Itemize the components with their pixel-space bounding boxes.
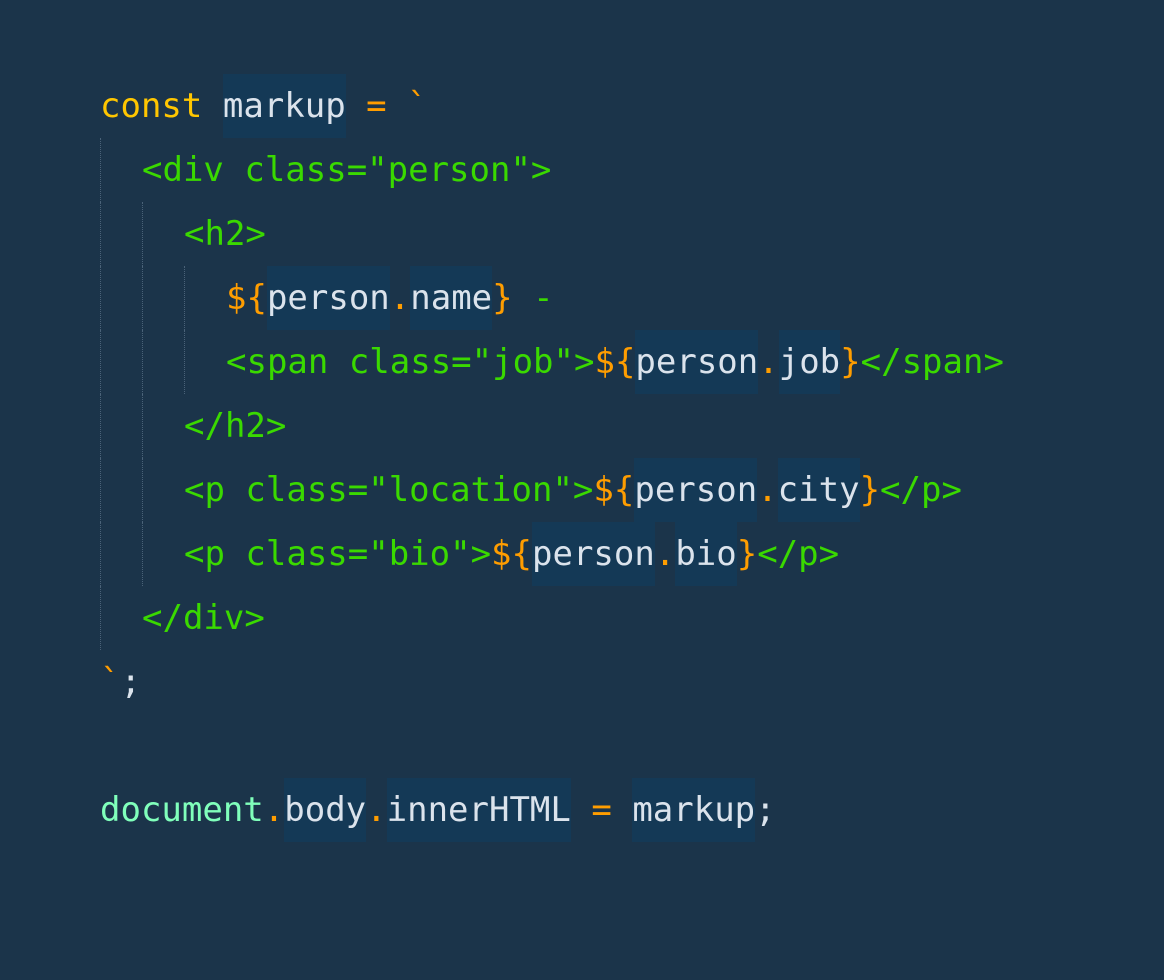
code-token-markup: <p class="bio"> xyxy=(184,534,492,574)
code-token-operator: ${ xyxy=(594,342,636,382)
code-token-markup: </p> xyxy=(880,470,962,510)
code-token-identifier: markup xyxy=(222,74,346,138)
code-token-identifier: person xyxy=(634,458,758,522)
indent-guide xyxy=(184,330,185,394)
indent-guide xyxy=(100,394,101,458)
indent-guide xyxy=(184,266,185,330)
code-token-operator: ${ xyxy=(491,534,532,574)
code-token-identifier: ; xyxy=(120,662,141,702)
code-token-operator: . xyxy=(758,342,779,382)
code-editor[interactable]: const markup = ` <div class="person"> <h2>… xyxy=(100,74,1004,842)
code-token-operator: . xyxy=(389,278,411,318)
indent-guide xyxy=(142,394,143,458)
code-line-content: const markup = ` xyxy=(100,74,428,138)
indent-guide xyxy=(100,138,101,202)
code-token-identifier: body xyxy=(284,778,367,842)
indent-guide xyxy=(142,202,143,266)
code-token-operator: } xyxy=(859,470,881,510)
code-line-content: ${person.name} - xyxy=(226,266,554,330)
code-token-identifier: person xyxy=(532,522,655,586)
code-line: <span class="job">${person.job}</span> xyxy=(100,330,1004,394)
code-token-markup: </p> xyxy=(757,534,840,574)
code-token-operator: ` xyxy=(100,662,121,702)
code-token-identifier: person xyxy=(635,330,759,394)
indent-guide xyxy=(142,266,143,330)
code-line-content: </div> xyxy=(142,598,265,638)
code-token-markup: <h2> xyxy=(184,214,266,254)
code-line-content: <div class="person"> xyxy=(142,150,551,190)
code-token-operator: . xyxy=(263,790,285,830)
code-token-identifier: job xyxy=(778,330,841,394)
empty-line xyxy=(100,714,1004,778)
code-token-operator: . xyxy=(654,534,676,574)
indent-guide xyxy=(100,202,101,266)
code-line: </h2> xyxy=(100,394,1004,458)
code-token-markup: <span class="job"> xyxy=(226,342,595,382)
indent-guide xyxy=(100,458,101,522)
code-token-identifier: innerHTML xyxy=(386,778,571,842)
code-line-content: </h2> xyxy=(184,406,286,446)
code-token-operator: } xyxy=(736,534,758,574)
code-line-content: document.body.innerHTML = markup; xyxy=(100,778,776,842)
indent-guide xyxy=(100,330,101,394)
code-token-operator: ` xyxy=(407,86,428,126)
code-token-operator: . xyxy=(757,470,778,510)
code-line-content: <span class="job">${person.job}</span> xyxy=(226,330,1004,394)
code-token-identifier: ; xyxy=(755,790,776,830)
code-token-keyword: const xyxy=(100,86,203,126)
code-token-markup: </span> xyxy=(860,342,1004,382)
code-line: ${person.name} - xyxy=(100,266,1004,330)
code-line: const markup = ` xyxy=(100,74,1004,138)
code-token-markup: <p class="location"> xyxy=(184,470,594,510)
code-line-content: `; xyxy=(100,662,141,702)
code-token-operator: . xyxy=(366,790,387,830)
code-line-content: <p class="location">${person.city}</p> xyxy=(184,458,962,522)
indent-guide xyxy=(142,522,143,586)
code-token-markup: </div> xyxy=(142,598,265,638)
code-token-operator: } xyxy=(492,278,513,318)
code-line-content: <h2> xyxy=(184,214,266,254)
code-token-operator: ${ xyxy=(226,278,267,318)
indent-guide xyxy=(100,266,101,330)
indent-guide xyxy=(142,458,143,522)
code-line: <p class="location">${person.city}</p> xyxy=(100,458,1004,522)
code-line: <div class="person"> xyxy=(100,138,1004,202)
code-line: <p class="bio">${person.bio}</p> xyxy=(100,522,1004,586)
code-token-identifier: city xyxy=(777,458,860,522)
code-token-identifier: bio xyxy=(675,522,737,586)
code-token-operator: ${ xyxy=(593,470,635,510)
code-token-markup: </h2> xyxy=(184,406,287,446)
code-token-identifier: markup xyxy=(632,778,756,842)
code-line: <h2> xyxy=(100,202,1004,266)
code-line-content: <p class="bio">${person.bio}</p> xyxy=(184,522,839,586)
code-token-identifier: name xyxy=(410,266,493,330)
code-token-operator: = xyxy=(591,790,612,830)
indent-guide xyxy=(100,586,101,650)
code-token-global: document xyxy=(100,790,264,830)
indent-guide xyxy=(100,522,101,586)
code-token-markup: <div class="person"> xyxy=(142,150,552,190)
code-token-operator: = xyxy=(366,86,387,126)
code-token-identifier: person xyxy=(266,266,390,330)
code-line: </div> xyxy=(100,586,1004,650)
code-line: `; xyxy=(100,650,1004,714)
indent-guide xyxy=(142,330,143,394)
code-line: document.body.innerHTML = markup; xyxy=(100,778,1004,842)
code-token-markup: - xyxy=(512,278,554,318)
code-token-operator: } xyxy=(840,342,861,382)
